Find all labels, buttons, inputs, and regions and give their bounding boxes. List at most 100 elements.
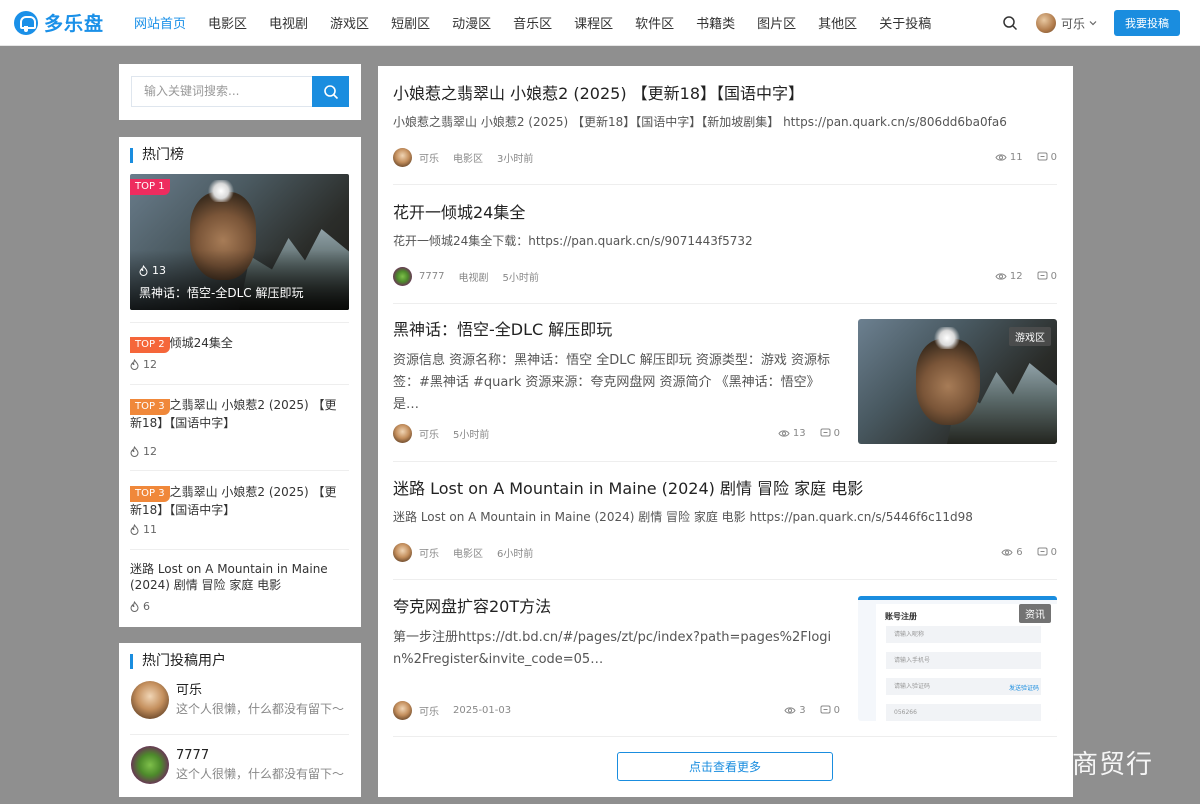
watermark: du @酷栗商贸行 (955, 744, 1153, 781)
submit-post-button[interactable]: 我要投稿 (1114, 10, 1180, 36)
nav-item[interactable]: 课程区 (574, 13, 613, 32)
avatar[interactable] (393, 147, 412, 167)
post-time: 5小时前 (502, 272, 539, 284)
rank-badge: TOP 2 (130, 337, 170, 353)
avatar[interactable] (393, 423, 412, 443)
list-item[interactable]: TOP 2 倾城24集全 (130, 335, 340, 353)
view-count: 11 (995, 152, 1023, 163)
search-input[interactable]: 输入关键词搜索... (131, 76, 312, 107)
list-item[interactable]: TOP 3 之翡翠山 小娘惹2 (2025) 【更新18】【国语中字】 (130, 397, 340, 431)
site-logo[interactable]: 多乐盘 (14, 9, 134, 36)
nav-item[interactable]: 音乐区 (513, 13, 552, 32)
post-meta: 可乐 5小时前 13 0 (393, 423, 840, 443)
category-tag[interactable]: 游戏区 (1009, 327, 1051, 346)
load-more-button[interactable]: 点击查看更多 (617, 752, 833, 781)
comment-count: 0 (1037, 152, 1057, 163)
post-thumbnail[interactable]: 账号注册 请输入昵称 请输入手机号 请输入验证码 发送验证码 056266 资讯 (858, 596, 1057, 721)
comment-count: 0 (1037, 547, 1057, 558)
post-title[interactable]: 迷路 Lost on A Mountain in Maine (2024) 剧情… (393, 478, 1057, 500)
post-excerpt: 第一步注册https://dt.bd.cn/#/pages/zt/pc/inde… (393, 630, 832, 667)
comment-count: 0 (1037, 271, 1057, 282)
eye-icon (1001, 548, 1013, 556)
post-meta: 可乐 电影区 6小时前 6 0 (393, 542, 1057, 562)
nav-item[interactable]: 其他区 (818, 13, 857, 32)
form-title: 账号注册 (885, 612, 917, 621)
post-category[interactable]: 电影区 (453, 150, 483, 165)
list-item[interactable]: 迷路 Lost on A Mountain in Maine (2024) 剧情… (130, 561, 340, 593)
nav-item[interactable]: 书籍类 (696, 13, 735, 32)
post-item: 花开一倾城24集全 花开一倾城24集全下载：https://pan.quark.… (393, 202, 1057, 286)
hot-top1-title[interactable]: 黑神话：悟空-全DLC 解压即玩 (139, 284, 303, 301)
avatar[interactable] (393, 266, 412, 286)
nav-item[interactable]: 关于投稿 (879, 13, 931, 32)
post-excerpt: 花开一倾城24集全下载：https://pan.quark.cn/s/90714… (393, 234, 753, 248)
site-name: 多乐盘 (44, 13, 105, 35)
main-nav: 网站首页 电影区 电视剧 游戏区 短剧区 动漫区 音乐区 课程区 软件区 书籍类 图片区 其他区 关于投… (134, 13, 953, 32)
search-button[interactable] (312, 76, 349, 107)
post-author[interactable]: 可乐 (419, 545, 439, 560)
hot-item-title[interactable]: 倾城24集全 (170, 336, 233, 350)
post-item: 夸克网盘扩容20T方法 第一步注册https://dt.bd.cn/#/page… (393, 596, 1057, 721)
watermark-text: @酷栗商贸行 (991, 750, 1154, 780)
post-excerpt: 资源信息 资源名称：黑神话：悟空 全DLC 解压即玩 资源类型：游戏 资源标签：… (393, 353, 830, 412)
heat-count: 12 (130, 358, 157, 371)
post-author[interactable]: 可乐 (419, 703, 439, 718)
post-time: 6小时前 (497, 548, 534, 560)
hot-item-title[interactable]: 迷路 Lost on A Mountain in Maine (2024) 剧情… (130, 562, 328, 592)
list-item[interactable]: TOP 3 之翡翠山 小娘惹2 (2025) 【更新18】【国语中字】 (130, 484, 340, 518)
comment-count: 0 (820, 705, 840, 716)
nav-item[interactable]: 图片区 (757, 13, 796, 32)
heat-count: 6 (130, 600, 150, 613)
heat-count: 11 (130, 523, 157, 536)
post-category[interactable]: 电视剧 (458, 269, 488, 284)
post-title[interactable]: 花开一倾城24集全 (393, 202, 1057, 224)
comment-icon (1037, 271, 1048, 280)
avatar (131, 746, 169, 784)
user-name: 可乐 (1060, 16, 1085, 31)
post-item: 黑神话：悟空-全DLC 解压即玩 资源信息 资源名称：黑神话：悟空 全DLC 解… (393, 319, 1057, 445)
comment-icon (820, 705, 831, 714)
user-menu[interactable]: 可乐 (1035, 13, 1098, 33)
view-count: 12 (995, 271, 1023, 282)
hot-top1-card[interactable]: TOP 1 13 黑神话：悟空-全DLC 解压即玩 (130, 174, 349, 310)
user-name[interactable]: 7777 (176, 747, 344, 765)
rank-badge: TOP 1 (130, 179, 170, 195)
post-excerpt: 小娘惹之翡翠山 小娘惹2 (2025) 【更新18】【国语中字】【新加坡剧集】 … (393, 115, 1007, 129)
avatar (131, 681, 169, 719)
post-thumbnail[interactable]: 游戏区 (858, 319, 1057, 444)
top-navbar: 多乐盘 网站首页 电影区 电视剧 游戏区 短剧区 动漫区 音乐区 课程区 软件区 书籍类 图片区 其他… (0, 0, 1200, 46)
search-icon[interactable] (1002, 15, 1018, 31)
post-list-panel: 小娘惹之翡翠山 小娘惹2 (2025) 【更新18】【国语中字】 小娘惹之翡翠山… (378, 66, 1073, 797)
user-name[interactable]: 可乐 (176, 682, 344, 700)
hot-users-title: 热门投稿用户 (130, 654, 226, 669)
eye-icon (778, 429, 790, 437)
nav-item[interactable]: 电视剧 (269, 13, 308, 32)
category-tag[interactable]: 资讯 (1019, 604, 1051, 623)
user-item[interactable]: 7777 这个人很懒，什么都没有留下～ (131, 746, 344, 784)
nav-item[interactable]: 电影区 (208, 13, 247, 32)
post-time: 3小时前 (497, 153, 534, 165)
comment-count: 0 (820, 428, 840, 439)
avatar[interactable] (393, 542, 412, 562)
post-category[interactable]: 电影区 (453, 545, 483, 560)
eye-icon (995, 272, 1007, 280)
nav-item[interactable]: 软件区 (635, 13, 674, 32)
post-item: 迷路 Lost on A Mountain in Maine (2024) 剧情… (393, 478, 1057, 562)
nav-item[interactable]: 短剧区 (391, 13, 430, 32)
cloud-disk-icon (14, 10, 38, 35)
comment-icon (1037, 547, 1048, 556)
user-signature: 这个人很懒，什么都没有留下～ (176, 702, 345, 716)
nav-item[interactable]: 动漫区 (452, 13, 491, 32)
view-count: 3 (784, 705, 806, 716)
post-author[interactable]: 可乐 (419, 150, 439, 165)
avatar[interactable] (393, 700, 412, 720)
nav-item[interactable]: 网站首页 (134, 13, 186, 32)
nav-item[interactable]: 游戏区 (330, 13, 369, 32)
comment-icon (820, 428, 831, 437)
fire-icon (130, 446, 139, 457)
user-item[interactable]: 可乐 这个人很懒，什么都没有留下～ (131, 681, 344, 719)
post-title[interactable]: 小娘惹之翡翠山 小娘惹2 (2025) 【更新18】【国语中字】 (393, 83, 1057, 105)
post-author[interactable]: 7777 (419, 271, 444, 282)
post-author[interactable]: 可乐 (419, 426, 439, 441)
search-panel: 输入关键词搜索... (119, 64, 361, 120)
